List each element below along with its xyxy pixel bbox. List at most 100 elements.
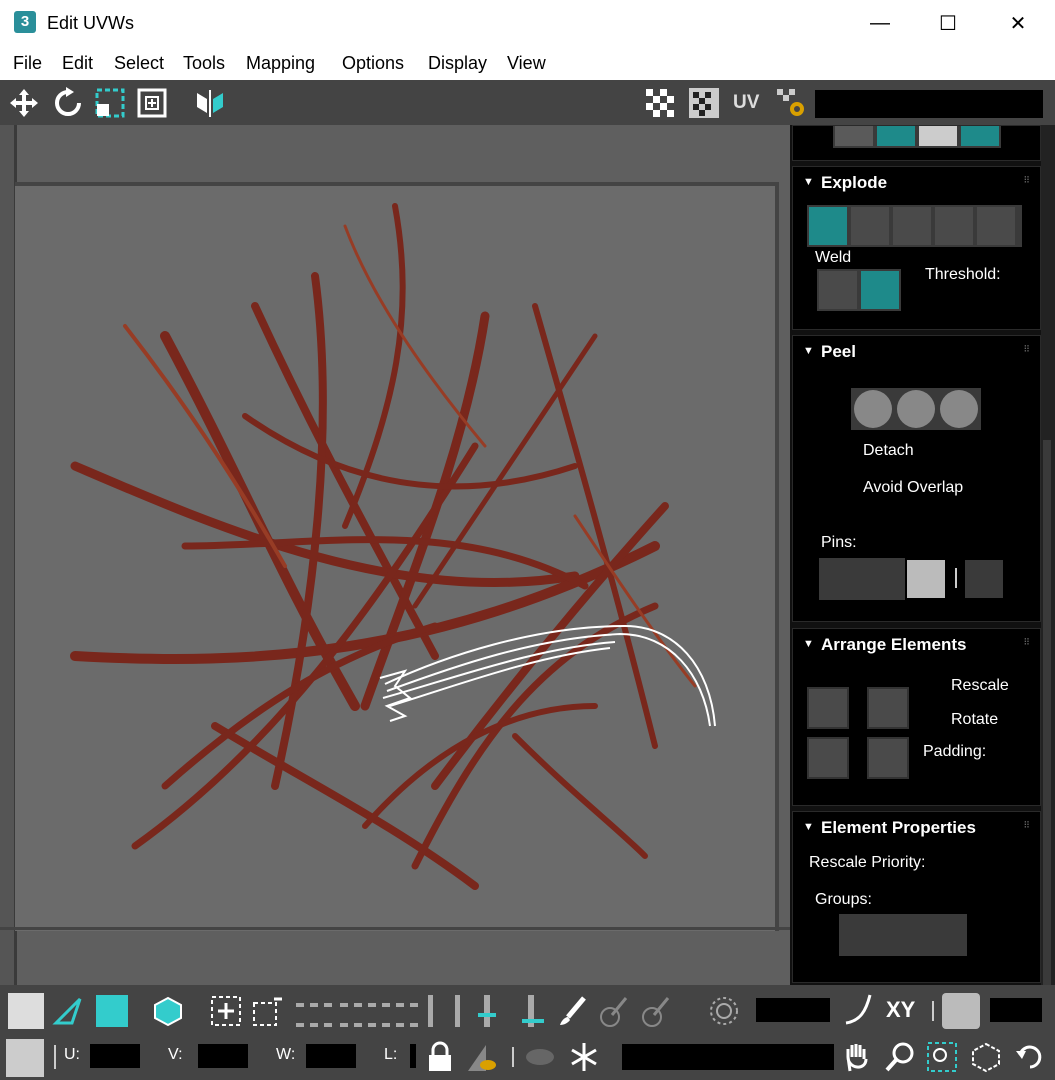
transform-mode-icon[interactable] (6, 1039, 44, 1077)
lock-icon[interactable] (424, 1041, 456, 1073)
texture-checker-icon[interactable] (688, 87, 720, 119)
arrange-title[interactable]: Arrange Elements (821, 635, 967, 655)
menu-tools[interactable]: Tools (183, 53, 225, 74)
uv-toggle[interactable]: UV (733, 92, 759, 114)
grip-icon[interactable]: ⠿ (1023, 344, 1030, 355)
weld-selected-icon[interactable] (819, 271, 857, 309)
menu-display[interactable]: Display (428, 53, 487, 74)
peel-title[interactable]: Peel (821, 342, 856, 362)
ring-grow-icon[interactable] (340, 1003, 376, 1027)
stitch-tool-icon[interactable] (835, 126, 873, 146)
undo-icon[interactable] (1014, 1041, 1046, 1073)
zoom-extents-icon[interactable] (970, 1041, 1002, 1073)
collapse-arrow-icon[interactable]: ▼ (803, 345, 814, 357)
element-mode-icon[interactable] (152, 995, 184, 1027)
menu-edit[interactable]: Edit (62, 53, 93, 74)
brush-grow-icon[interactable] (598, 995, 630, 1027)
quick-peel-icon[interactable] (854, 390, 892, 428)
element-props-title[interactable]: Element Properties (821, 818, 976, 838)
pan-hand-icon[interactable] (842, 1041, 874, 1073)
scrollbar-thumb[interactable] (1043, 440, 1051, 985)
break-tool-icon[interactable] (877, 126, 915, 146)
menu-file[interactable]: File (13, 53, 42, 74)
uv-texture-area[interactable] (15, 182, 779, 931)
brush-shrink-icon[interactable] (640, 995, 672, 1027)
target-weld-icon[interactable] (961, 126, 999, 146)
edge-mode-icon[interactable] (52, 995, 84, 1027)
grip-icon[interactable]: ⠿ (1023, 175, 1030, 186)
grip-icon[interactable]: ⠿ (1023, 637, 1030, 648)
menu-options[interactable]: Options (342, 53, 404, 74)
loop-shrink-icon[interactable] (516, 995, 548, 1027)
settings-gear-icon[interactable] (775, 87, 807, 119)
polygon-mode-icon[interactable] (96, 995, 128, 1027)
ungroup-selected-icon[interactable] (883, 916, 921, 954)
break-icon[interactable] (977, 207, 1015, 245)
freeze-icon[interactable] (568, 1041, 600, 1073)
u-field[interactable] (90, 1044, 140, 1068)
rotate-icon[interactable] (52, 87, 84, 119)
v-field[interactable] (198, 1044, 248, 1068)
detach-label[interactable]: Detach (863, 442, 914, 460)
explode-title[interactable]: Explode (821, 173, 887, 193)
paint-select-icon[interactable] (556, 995, 588, 1027)
weld-edge-icon[interactable] (919, 126, 957, 146)
group-selected-icon[interactable] (841, 916, 879, 954)
collapse-arrow-icon[interactable]: ▼ (803, 638, 814, 650)
explode-flatten-icon[interactable] (809, 207, 847, 245)
show-icon[interactable] (524, 1041, 556, 1073)
pack-normalize-icon[interactable] (807, 687, 849, 729)
freeform-icon[interactable] (136, 87, 168, 119)
falloff-curve-icon[interactable] (842, 993, 874, 1025)
ring-icon[interactable] (382, 1003, 418, 1027)
select-pins-icon[interactable] (965, 560, 1003, 598)
flatten-by-material-icon[interactable] (893, 207, 931, 245)
zoom-icon[interactable] (884, 1041, 916, 1073)
xy-toggle[interactable]: XY (886, 997, 915, 1023)
reset-peel-icon[interactable] (940, 390, 978, 428)
l-field[interactable] (410, 1044, 416, 1068)
checker-pattern-icon[interactable] (644, 87, 676, 119)
ring-shrink-icon[interactable] (296, 1003, 332, 1027)
select-group-icon[interactable] (925, 916, 963, 954)
selection-dropdown[interactable] (815, 90, 1043, 118)
flatten-by-polygon-icon[interactable] (935, 207, 973, 245)
scale-icon[interactable] (94, 87, 126, 119)
rotate-label[interactable]: Rotate (951, 711, 998, 729)
w-field[interactable] (306, 1044, 356, 1068)
vertex-mode-icon[interactable] (8, 993, 44, 1029)
shrink-selection-icon[interactable] (252, 995, 284, 1027)
minimize-button[interactable]: — (846, 0, 914, 47)
grip-icon[interactable]: ⠿ (1023, 820, 1030, 831)
pack-together-icon[interactable] (867, 687, 909, 729)
loop-grow-icon[interactable] (472, 995, 504, 1027)
soft-select-icon[interactable] (708, 995, 740, 1027)
snap-toggle-icon[interactable] (942, 993, 980, 1029)
soft-select-value[interactable] (756, 998, 830, 1022)
weld-all-selected-icon[interactable] (861, 271, 899, 309)
collapse-arrow-icon[interactable]: ▼ (803, 821, 814, 833)
zoom-region-icon[interactable] (926, 1041, 958, 1073)
close-button[interactable]: ✕ (984, 0, 1052, 47)
snap-value[interactable] (990, 998, 1042, 1022)
pack-grouped-icon[interactable] (867, 737, 909, 779)
grow-selection-icon[interactable] (210, 995, 242, 1027)
mirror-icon[interactable] (194, 87, 226, 119)
move-icon[interactable] (8, 87, 40, 119)
pack-custom-icon[interactable] (807, 737, 849, 779)
filter-dropdown[interactable] (622, 1044, 834, 1070)
flatten-by-smoothing-icon[interactable] (851, 207, 889, 245)
loop-icon[interactable] (428, 995, 460, 1027)
pin-icon[interactable] (821, 560, 859, 598)
menu-view[interactable]: View (507, 53, 546, 74)
rescale-label[interactable]: Rescale (951, 677, 1009, 695)
menu-mapping[interactable]: Mapping (246, 53, 315, 74)
maximize-button[interactable]: ☐ (914, 0, 982, 47)
peel-mode-icon[interactable] (897, 390, 935, 428)
hide-icon[interactable] (466, 1041, 498, 1073)
auto-pin-icon[interactable] (907, 560, 945, 598)
collapse-arrow-icon[interactable]: ▼ (803, 176, 814, 188)
avoid-overlap-label[interactable]: Avoid Overlap (863, 479, 963, 497)
menu-select[interactable]: Select (114, 53, 164, 74)
unpin-icon[interactable] (863, 560, 901, 598)
